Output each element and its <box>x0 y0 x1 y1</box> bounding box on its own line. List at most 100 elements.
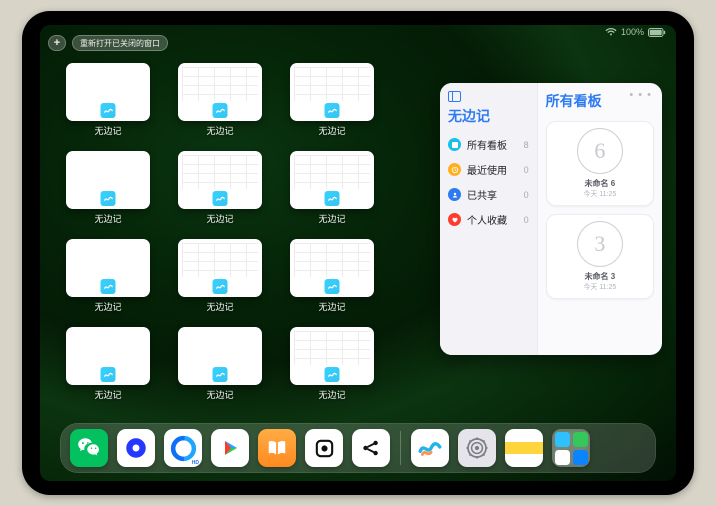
freeform-app-icon <box>213 103 228 118</box>
dock-app-qqbrowser[interactable]: HD <box>164 429 202 467</box>
nav-item-icon <box>448 138 461 151</box>
window-label: 无边记 <box>206 124 233 137</box>
dock-app-notes[interactable] <box>505 429 543 467</box>
new-window-button[interactable]: + <box>48 35 66 51</box>
freeform-app-icon <box>325 191 340 206</box>
window-thumb[interactable]: 无边记 <box>66 151 150 225</box>
freeform-app-icon <box>101 367 116 382</box>
window-preview[interactable] <box>178 63 262 121</box>
nav-item[interactable]: 个人收藏 0 <box>448 207 529 232</box>
board-name: 未命名 3 <box>585 271 616 282</box>
window-label: 无边记 <box>206 388 233 401</box>
dock-app-video[interactable] <box>211 429 249 467</box>
window-thumb[interactable]: 无边记 <box>178 239 262 313</box>
board-tile[interactable]: 3 未命名 3 今天 11:25 <box>546 214 654 299</box>
window-thumb[interactable]: 无边记 <box>290 239 374 313</box>
window-label: 无边记 <box>94 124 121 137</box>
freeform-app-icon <box>213 279 228 294</box>
sidebar-toggle-icon[interactable] <box>448 91 461 102</box>
window-preview[interactable] <box>178 151 262 209</box>
dock-app-library[interactable] <box>552 429 590 467</box>
freeform-app-icon <box>325 367 340 382</box>
board-thumbnail: 6 <box>577 128 623 174</box>
card-main: 所有看板 6 未命名 6 今天 11:253 未命名 3 今天 11:25 <box>538 83 662 355</box>
window-thumb[interactable]: 无边记 <box>178 63 262 137</box>
card-nav: 无边记 所有看板 8 最近使用 0 已共享 0 个人收藏 0 <box>440 83 538 355</box>
window-label: 无边记 <box>94 212 121 225</box>
top-controls: + 重新打开已关闭的窗口 <box>48 35 168 51</box>
window-label: 无边记 <box>206 212 233 225</box>
window-preview[interactable] <box>290 327 374 385</box>
window-preview[interactable] <box>290 151 374 209</box>
freeform-app-icon <box>213 191 228 206</box>
dock-app-wechat[interactable] <box>70 429 108 467</box>
dock-divider <box>400 431 401 465</box>
board-date: 今天 11:25 <box>583 189 616 199</box>
dock-app-game[interactable] <box>305 429 343 467</box>
window-label: 无边记 <box>206 300 233 313</box>
freeform-sidebar-card[interactable]: • • • 无边记 所有看板 8 最近使用 0 已共享 0 个人收藏 0 所有看… <box>440 83 662 355</box>
freeform-app-icon <box>101 191 116 206</box>
dock: HD <box>60 423 656 473</box>
app-library-icon <box>555 432 588 465</box>
window-label: 无边记 <box>318 300 345 313</box>
window-thumb[interactable]: 无边记 <box>66 63 150 137</box>
window-label: 无边记 <box>318 124 345 137</box>
nav-item-count: 0 <box>524 165 529 175</box>
battery-icon <box>648 28 666 37</box>
app-windows-grid: 无边记 无边记 无边记 无边记 无边记 无边记 无边记 <box>66 63 411 401</box>
window-preview[interactable] <box>66 239 150 297</box>
nav-item-count: 8 <box>524 140 529 150</box>
board-date: 今天 11:25 <box>583 282 616 292</box>
nav-item-icon <box>448 163 461 176</box>
dock-app-quark[interactable] <box>117 429 155 467</box>
window-thumb[interactable]: 无边记 <box>66 327 150 401</box>
window-thumb[interactable]: 无边记 <box>290 151 374 225</box>
window-thumb[interactable]: 无边记 <box>290 327 374 401</box>
nav-item-label: 最近使用 <box>467 162 507 177</box>
dock-app-settings[interactable] <box>458 429 496 467</box>
freeform-app-icon <box>101 103 116 118</box>
wifi-icon <box>605 28 617 36</box>
window-preview[interactable] <box>290 63 374 121</box>
board-thumbnail: 3 <box>577 221 623 267</box>
window-thumb[interactable]: 无边记 <box>66 239 150 313</box>
window-thumb[interactable]: 无边记 <box>178 327 262 401</box>
window-thumb[interactable]: 无边记 <box>290 63 374 137</box>
window-label: 无边记 <box>94 300 121 313</box>
nav-item[interactable]: 已共享 0 <box>448 182 529 207</box>
dock-app-books[interactable] <box>258 429 296 467</box>
screen: 100% + 重新打开已关闭的窗口 无边记 无边记 无边记 无边记 <box>40 25 676 481</box>
freeform-app-icon <box>213 367 228 382</box>
window-preview[interactable] <box>178 239 262 297</box>
window-preview[interactable] <box>66 63 150 121</box>
window-label: 无边记 <box>94 388 121 401</box>
freeform-app-icon <box>325 103 340 118</box>
window-preview[interactable] <box>66 327 150 385</box>
reopen-closed-window-button[interactable]: 重新打开已关闭的窗口 <box>72 35 168 51</box>
board-tile[interactable]: 6 未命名 6 今天 11:25 <box>546 121 654 206</box>
ipad-device: 100% + 重新打开已关闭的窗口 无边记 无边记 无边记 无边记 <box>22 11 694 495</box>
nav-item-count: 0 <box>524 215 529 225</box>
status-bar: 100% <box>605 27 666 37</box>
window-label: 无边记 <box>318 388 345 401</box>
dock-app-share[interactable] <box>352 429 390 467</box>
nav-item-label: 已共享 <box>467 187 497 202</box>
window-preview[interactable] <box>290 239 374 297</box>
nav-item[interactable]: 最近使用 0 <box>448 157 529 182</box>
window-preview[interactable] <box>178 327 262 385</box>
nav-item-label: 个人收藏 <box>467 212 507 227</box>
window-thumb[interactable]: 无边记 <box>178 151 262 225</box>
nav-item-count: 0 <box>524 190 529 200</box>
freeform-app-icon <box>101 279 116 294</box>
nav-item[interactable]: 所有看板 8 <box>448 132 529 157</box>
dock-app-freeform[interactable] <box>411 429 449 467</box>
nav-item-icon <box>448 213 461 226</box>
board-name: 未命名 6 <box>585 178 616 189</box>
window-preview[interactable] <box>66 151 150 209</box>
nav-item-label: 所有看板 <box>467 137 507 152</box>
freeform-app-icon <box>325 279 340 294</box>
nav-item-icon <box>448 188 461 201</box>
more-icon[interactable]: • • • <box>629 89 652 101</box>
battery-label: 100% <box>621 27 644 37</box>
